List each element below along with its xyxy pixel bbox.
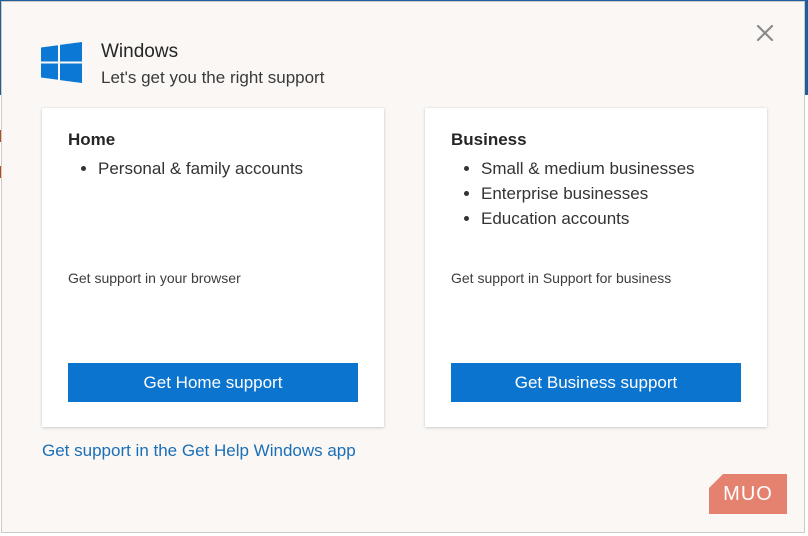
list-item: Education accounts	[481, 206, 695, 231]
muo-watermark: MUO	[709, 474, 787, 514]
get-help-app-link[interactable]: Get support in the Get Help Windows app	[42, 441, 356, 461]
windows-logo-icon	[41, 42, 82, 83]
business-card-description: Get support in Support for business	[451, 270, 672, 286]
home-card-list: Personal & family accounts	[68, 156, 303, 181]
dialog-subtitle: Let's get you the right support	[101, 68, 325, 87]
list-item: Small & medium businesses	[481, 156, 695, 181]
get-home-support-button[interactable]: Get Home support	[68, 363, 358, 402]
home-card-description: Get support in your browser	[68, 270, 241, 286]
home-card: Home Personal & family accounts Get supp…	[42, 108, 384, 427]
home-card-title: Home	[68, 130, 116, 149]
business-card-list: Small & medium businesses Enterprise bus…	[451, 156, 695, 231]
business-card: Business Small & medium businesses Enter…	[425, 108, 767, 427]
close-icon	[756, 24, 774, 42]
dialog-title: Windows	[101, 41, 179, 62]
business-card-title: Business	[451, 130, 527, 149]
get-business-support-button[interactable]: Get Business support	[451, 363, 741, 402]
list-item: Personal & family accounts	[98, 156, 303, 181]
list-item: Enterprise businesses	[481, 181, 695, 206]
support-dialog: Windows Let's get you the right support …	[1, 1, 805, 533]
dialog-header: Windows Let's get you the right support	[41, 40, 324, 90]
close-button[interactable]	[752, 20, 778, 46]
